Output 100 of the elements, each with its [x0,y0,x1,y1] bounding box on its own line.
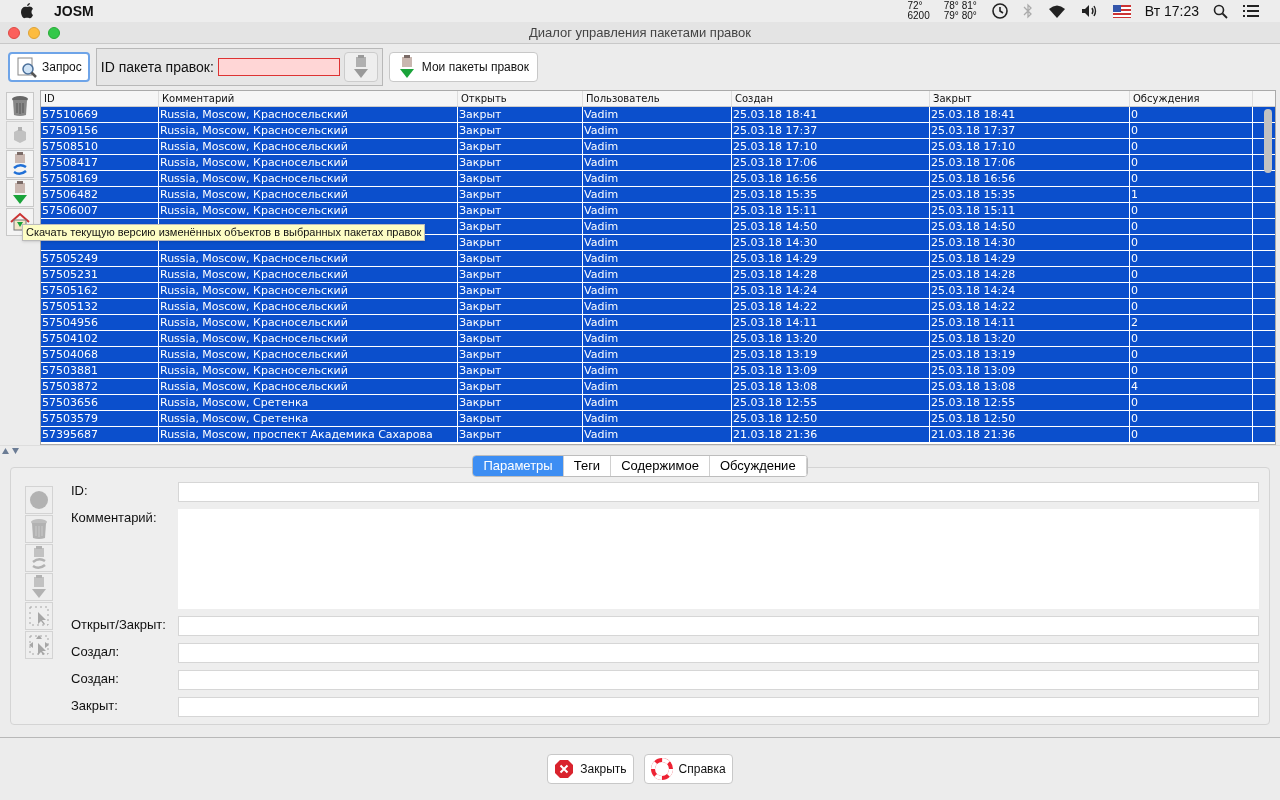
table-cell: Russia, Moscow, Красносельский [160,380,348,393]
table-cell: Russia, Moscow, Красносельский [160,316,348,329]
wifi-icon[interactable] [1046,3,1067,19]
table-cell: 57503872 [42,380,98,393]
tooltip: Скачать текущую версию изменённых объектов в выбранных пакетах правок [22,224,426,241]
table-cell: 25.03.18 14:22 [931,300,1016,313]
table-cell: Vadim [584,300,619,313]
table-cell: 25.03.18 17:06 [733,156,818,169]
package-download-icon [351,55,370,79]
changeset-id-field[interactable] [217,58,340,76]
column-header[interactable]: Создан [732,91,930,106]
table-cell: 25.03.18 13:19 [733,348,818,361]
table-cell: 25.03.18 13:08 [733,380,818,393]
table-cell: 0 [1131,220,1138,233]
tool-button[interactable] [6,150,34,178]
table-cell: Russia, Moscow, Красносельский [160,332,348,345]
close-button[interactable]: Закрыть [547,754,634,784]
table-cell: 57395687 [42,428,98,441]
table-row[interactable]: 57505162 Russia, Moscow, Красносельский Закрыт Vadim 25.03.18 14:24 25.03.18 14:24 0 [41,283,1275,299]
table-row[interactable]: 57503579 Russia, Moscow, Сретенка Закрыт Vadim 25.03.18 12:50 25.03.18 12:50 0 [41,411,1275,427]
table-row[interactable]: 57508169 Russia, Moscow, Красносельский Закрыт Vadim 25.03.18 16:56 25.03.18 16:56 0 [41,171,1275,187]
input-field[interactable] [178,616,1259,636]
table-cell: 0 [1131,428,1138,441]
window-title: Диалог управления пакетами правок [527,23,753,42]
table-cell: Russia, Moscow, Красносельский [160,204,348,217]
table-cell: Закрыт [459,220,502,233]
table-row[interactable]: 57504102 Russia, Moscow, Красносельский Закрыт Vadim 25.03.18 13:20 25.03.18 13:20 0 [41,331,1275,347]
table-row[interactable]: 57506482 Russia, Moscow, Красносельский Закрыт Vadim 25.03.18 15:35 25.03.18 15:35 1 [41,187,1275,203]
table-cell: 25.03.18 14:22 [733,300,818,313]
table-cell: 25.03.18 13:20 [733,332,818,345]
column-header[interactable]: Обсуждения [1130,91,1253,106]
input-field[interactable] [178,697,1259,717]
table-cell: 2 [1131,316,1138,329]
clock-icon[interactable] [990,2,1009,20]
column-header[interactable]: Пользователь [583,91,732,106]
input-field[interactable] [178,643,1259,663]
table-cell: 25.03.18 14:50 [733,220,818,233]
tool-button[interactable] [6,179,34,207]
my-changesets-button[interactable]: Мои пакеты правок [388,52,538,82]
column-header[interactable]: Открыть [458,91,583,106]
table-row[interactable]: 57395687 Russia, Moscow, проспект Академика Сахарова Закрыт Vadim 21.03.18 21:36 21.03.18 21:36 0 [41,427,1275,443]
table-cell: 25.03.18 14:28 [733,268,818,281]
table-cell: 25.03.18 17:37 [931,124,1016,137]
app-name[interactable]: JOSM [54,0,94,22]
table-cell: 57505162 [42,284,98,297]
tool-button[interactable] [6,92,34,120]
table-cell: 25.03.18 14:11 [733,316,818,329]
table-cell: Russia, Moscow, Красносельский [160,348,348,361]
table-cell: Vadim [584,204,619,217]
table-cell: Закрыт [459,332,502,345]
weather-reading: 78° 81° [943,1,977,11]
table-cell: 25.03.18 14:50 [931,220,1016,233]
table-row[interactable]: 57508510 Russia, Moscow, Красносельский Закрыт Vadim 25.03.18 17:10 25.03.18 17:10 0 [41,139,1275,155]
table-row[interactable]: 57508417 Russia, Moscow, Красносельский Закрыт Vadim 25.03.18 17:06 25.03.18 17:06 0 [41,155,1275,171]
bluetooth-icon[interactable] [1022,3,1033,19]
table-cell: 0 [1131,172,1138,185]
scrollbar-thumb[interactable] [1264,109,1272,173]
table-cell: Закрыт [459,124,502,137]
table-cell: 25.03.18 14:30 [733,236,818,249]
zoom-window-button[interactable] [48,26,60,39]
volume-icon[interactable] [1080,4,1099,18]
help-button[interactable]: Справка [643,754,733,784]
table-row[interactable]: 57503656 Russia, Moscow, Сретенка Закрыт Vadim 25.03.18 12:55 25.03.18 12:55 0 [41,395,1275,411]
table-row[interactable]: 57503872 Russia, Moscow, Красносельский Закрыт Vadim 25.03.18 13:08 25.03.18 13:08 4 [41,379,1275,395]
column-header[interactable]: Комментарий [159,91,458,106]
query-button[interactable]: Запрос [8,52,90,82]
trash-icon [29,518,49,540]
weather-reading: 6200 [907,11,930,21]
table-row[interactable]: 57505249 Russia, Moscow, Красносельский Закрыт Vadim 25.03.18 14:29 25.03.18 14:29 0 [41,251,1275,267]
table-cell: Закрыт [459,108,502,121]
minimize-window-button[interactable] [28,26,40,39]
table-row[interactable]: 57506007 Russia, Moscow, Красносельский Закрыт Vadim 25.03.18 15:11 25.03.18 15:11 0 [41,203,1275,219]
table-cell: Закрыт [459,364,502,377]
column-header[interactable]: Закрыт [930,91,1130,106]
table-row[interactable]: 57505132 Russia, Moscow, Красносельский Закрыт Vadim 25.03.18 14:22 25.03.18 14:22 0 [41,299,1275,315]
table-row[interactable]: 57509156 Russia, Moscow, Красносельский Закрыт Vadim 25.03.18 17:37 25.03.18 17:37 0 [41,123,1275,139]
close-window-button[interactable] [8,26,20,39]
input-field[interactable] [178,670,1259,690]
table-row[interactable]: 57504068 Russia, Moscow, Красносельский Закрыт Vadim 25.03.18 13:19 25.03.18 13:19 0 [41,347,1275,363]
table-cell: 4 [1131,380,1138,393]
table-cell: 25.03.18 12:50 [733,412,818,425]
table-row[interactable]: 57505231 Russia, Moscow, Красносельский Закрыт Vadim 25.03.18 14:28 25.03.18 14:28 0 [41,267,1275,283]
table-cell: 0 [1131,364,1138,377]
table-cell: Russia, Moscow, Красносельский [160,156,348,169]
table-cell: Vadim [584,268,619,281]
table-cell: 25.03.18 16:56 [931,172,1016,185]
collapse-arrows-icon[interactable] [2,447,20,454]
menu-clock[interactable]: Вт 17:23 [1144,0,1199,22]
table-row[interactable]: 57503881 Russia, Moscow, Красносельский Закрыт Vadim 25.03.18 13:09 25.03.18 13:09 0 [41,363,1275,379]
table-row[interactable]: 57504956 Russia, Moscow, Красносельский Закрыт Vadim 25.03.18 14:11 25.03.18 14:11 2 [41,315,1275,331]
search-icon[interactable] [1213,3,1228,19]
table-cell: 57504068 [42,348,98,361]
column-header[interactable]: ID [41,91,159,106]
table-row[interactable]: 57510669 Russia, Moscow, Красносельский Закрыт Vadim 25.03.18 18:41 25.03.18 18:41 0 [41,107,1275,123]
input-field[interactable] [178,482,1259,502]
flag-icon[interactable] [1112,4,1131,18]
table-cell: 25.03.18 15:35 [733,188,818,201]
table-cell: 0 [1131,204,1138,217]
table-cell: Vadim [584,188,619,201]
list-icon[interactable] [1242,4,1260,18]
